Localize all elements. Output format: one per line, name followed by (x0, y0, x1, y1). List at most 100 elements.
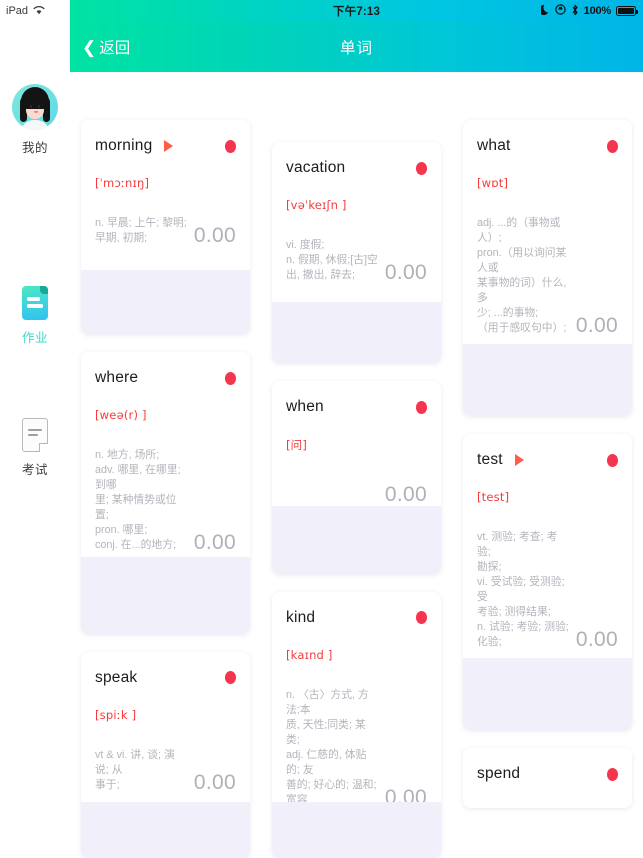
word-card[interactable]: where [weə(r) ] n. 地方, 场所; adv. 哪里, 在哪里; 到… (81, 352, 250, 634)
word-card-header: spend (477, 764, 618, 784)
definition-score-row: vt & vi. 讲, 谈; 演说; 从 事于; 0.00 (95, 748, 236, 793)
definition-score-row: n. 地方, 场所; adv. 哪里, 在哪里; 到哪 里; 某种情势或位置; … (95, 448, 236, 553)
phonetic-label: [问] (286, 438, 308, 453)
word-card[interactable]: spend (463, 748, 632, 808)
word-card-header: speak (95, 668, 236, 688)
sidebar-item-mine[interactable]: 我的 (0, 84, 70, 156)
word-card-header: morning (95, 136, 236, 156)
word-card-body: where [weə(r) ] n. 地方, 场所; adv. 哪里, 在哪里; 到… (81, 352, 250, 558)
paper-icon (22, 418, 49, 453)
phonetic-label: [wɒt] (477, 176, 509, 190)
definition-text: n. 地方, 场所; adv. 哪里, 在哪里; 到哪 里; 某种情势或位置; … (95, 449, 181, 552)
bluetooth-icon (571, 4, 579, 19)
word-card[interactable]: when [问] 0.00 (272, 381, 441, 574)
score-value: 0.00 (193, 531, 236, 555)
word-card-footer (272, 302, 441, 364)
score-value: 0.00 (575, 628, 618, 651)
definition-score-row: n. 早晨; 上午; 黎明; 早期, 初期; 0.00 (95, 216, 236, 246)
status-dot[interactable] (225, 371, 236, 385)
definition-score-row: adj. ...的（事物或人）; pron.（用以询问某人或 某事物的词）什么,… (477, 216, 618, 336)
moon-icon (538, 4, 550, 18)
status-dot[interactable] (607, 767, 618, 781)
word-card-footer (81, 270, 250, 335)
word-card-body: test [test] vt. 测验; 考查; 考验; 勘探; vi. 受试验; 受… (463, 434, 632, 658)
definition-score-row: vi. 度假; n. 假期, 休假;[古]空 出, 撤出, 辞去; 0.00 (286, 238, 427, 283)
navigation-bar: ❮ 返回 单词 (70, 22, 643, 72)
sidebar-item-exam[interactable]: 考试 (0, 418, 70, 478)
word-card-body: when [问] 0.00 (272, 381, 441, 506)
definition-text: vt & vi. 讲, 谈; 演说; 从 事于; (95, 748, 175, 791)
word-label: spend (477, 765, 521, 782)
word-card[interactable]: what [wɒt] adj. ...的（事物或人）; pron.（用以询问某人或 … (463, 120, 632, 416)
word-label: test (477, 451, 503, 468)
status-bar-icons: 100% (538, 4, 638, 19)
score-value: 0.00 (575, 314, 618, 337)
sidebar-item-homework-label: 作业 (21, 331, 48, 345)
sidebar-item-homework[interactable]: 作业 (0, 286, 70, 346)
word-card-body: what [wɒt] adj. ...的（事物或人）; pron.（用以询问某人或 … (463, 120, 632, 344)
word-label: speak (95, 668, 138, 686)
card-column-2: vacation [vəˈkeɪʃn ] vi. 度假; n. 假期, 休假;[古]… (261, 120, 452, 858)
word-card[interactable]: morning [ˈmɔːnɪŋ] n. 早晨; 上午; 黎明; 早期, 初期; 0.… (81, 120, 250, 335)
word-card-footer (81, 801, 250, 858)
sidebar: 我的 作业 考试 (0, 22, 70, 858)
definition-score-row: vt. 测验; 考查; 考验; 勘探; vi. 受试验; 受测验; 受 考验; … (477, 530, 618, 650)
word-card-body: morning [ˈmɔːnɪŋ] n. 早晨; 上午; 黎明; 早期, 初期; 0.… (81, 120, 250, 270)
sidebar-item-mine-label: 我的 (21, 141, 48, 155)
word-card-header: where (95, 368, 236, 388)
word-card-header: test (477, 450, 618, 470)
status-bar-left: iPad (0, 0, 70, 22)
definition-score-row: 0.00 (286, 479, 427, 505)
word-card[interactable]: kind [kaɪnd ] n. 〈古〉方式, 方法;本 质, 天性;同类; 某类;… (272, 591, 441, 858)
definition-text: vi. 度假; n. 假期, 休假;[古]空 出, 撤出, 辞去; (286, 239, 378, 281)
score-value: 0.00 (193, 224, 236, 247)
sidebar-item-exam-label: 考试 (21, 463, 48, 477)
score-value: 0.00 (384, 261, 427, 284)
wifi-icon (33, 5, 45, 18)
definition-text: n. 〈古〉方式, 方法;本 质, 天性;同类; 某类; adj. 仁慈的, 体… (286, 688, 377, 806)
status-bar-right: 下午7:13 100% (70, 0, 643, 22)
word-card-header: vacation (286, 158, 427, 178)
play-audio-icon[interactable] (164, 140, 174, 152)
word-card-header: when (286, 397, 427, 417)
play-audio-icon[interactable] (514, 454, 524, 466)
phonetic-label: [weə(r) ] (95, 408, 147, 423)
document-icon (22, 286, 48, 320)
status-dot[interactable] (607, 453, 618, 467)
word-card[interactable]: test [test] vt. 测验; 考查; 考验; 勘探; vi. 受试验; 受… (463, 434, 632, 730)
battery-percent: 100% (583, 5, 612, 17)
score-value: 0.00 (384, 483, 427, 507)
word-card[interactable]: vacation [vəˈkeɪʃn ] vi. 度假; n. 假期, 休假;[古]… (272, 142, 441, 364)
word-label: kind (286, 608, 316, 626)
status-dot[interactable] (225, 139, 236, 153)
status-dot[interactable] (225, 671, 236, 685)
status-dot[interactable] (607, 139, 618, 153)
status-dot[interactable] (416, 400, 427, 414)
word-card-body: speak [spiːk ] vt & vi. 讲, 谈; 演说; 从 事于; 0.0… (81, 651, 250, 802)
definition-score-row: n. 〈古〉方式, 方法;本 质, 天性;同类; 某类; adj. 仁慈的, 体… (286, 688, 427, 808)
status-dot[interactable] (416, 611, 427, 625)
definition-text: vt. 测验; 考查; 考验; 勘探; vi. 受试验; 受测验; 受 考验; … (477, 531, 569, 648)
card-column-1: morning [ˈmɔːnɪŋ] n. 早晨; 上午; 黎明; 早期, 初期; 0.… (70, 120, 261, 858)
battery-full-icon (616, 6, 638, 16)
device-label: iPad (6, 5, 29, 17)
word-label: where (95, 369, 139, 387)
word-card-footer (463, 658, 632, 730)
word-card-board[interactable]: morning [ˈmɔːnɪŋ] n. 早晨; 上午; 黎明; 早期, 初期; 0.… (70, 72, 643, 858)
phonetic-label: [test] (477, 490, 510, 504)
phonetic-label: [kaɪnd ] (286, 647, 333, 662)
word-label: what (477, 137, 511, 154)
card-columns: morning [ˈmɔːnɪŋ] n. 早晨; 上午; 黎明; 早期, 初期; 0.… (70, 72, 643, 858)
phonetic-label: [ˈmɔːnɪŋ] (95, 176, 150, 190)
word-card-header: what (477, 136, 618, 156)
word-card[interactable]: speak [spiːk ] vt & vi. 讲, 谈; 演说; 从 事于; 0.0… (81, 651, 250, 858)
word-label: when (286, 398, 324, 416)
word-label: morning (95, 137, 153, 154)
word-card-footer (463, 344, 632, 416)
status-dot[interactable] (416, 161, 427, 175)
word-label: vacation (286, 159, 346, 176)
word-card-footer (81, 557, 250, 634)
phonetic-label: [spiːk ] (95, 707, 137, 722)
word-card-body: vacation [vəˈkeɪʃn ] vi. 度假; n. 假期, 休假;[古]… (272, 142, 441, 302)
word-card-footer (272, 505, 441, 574)
